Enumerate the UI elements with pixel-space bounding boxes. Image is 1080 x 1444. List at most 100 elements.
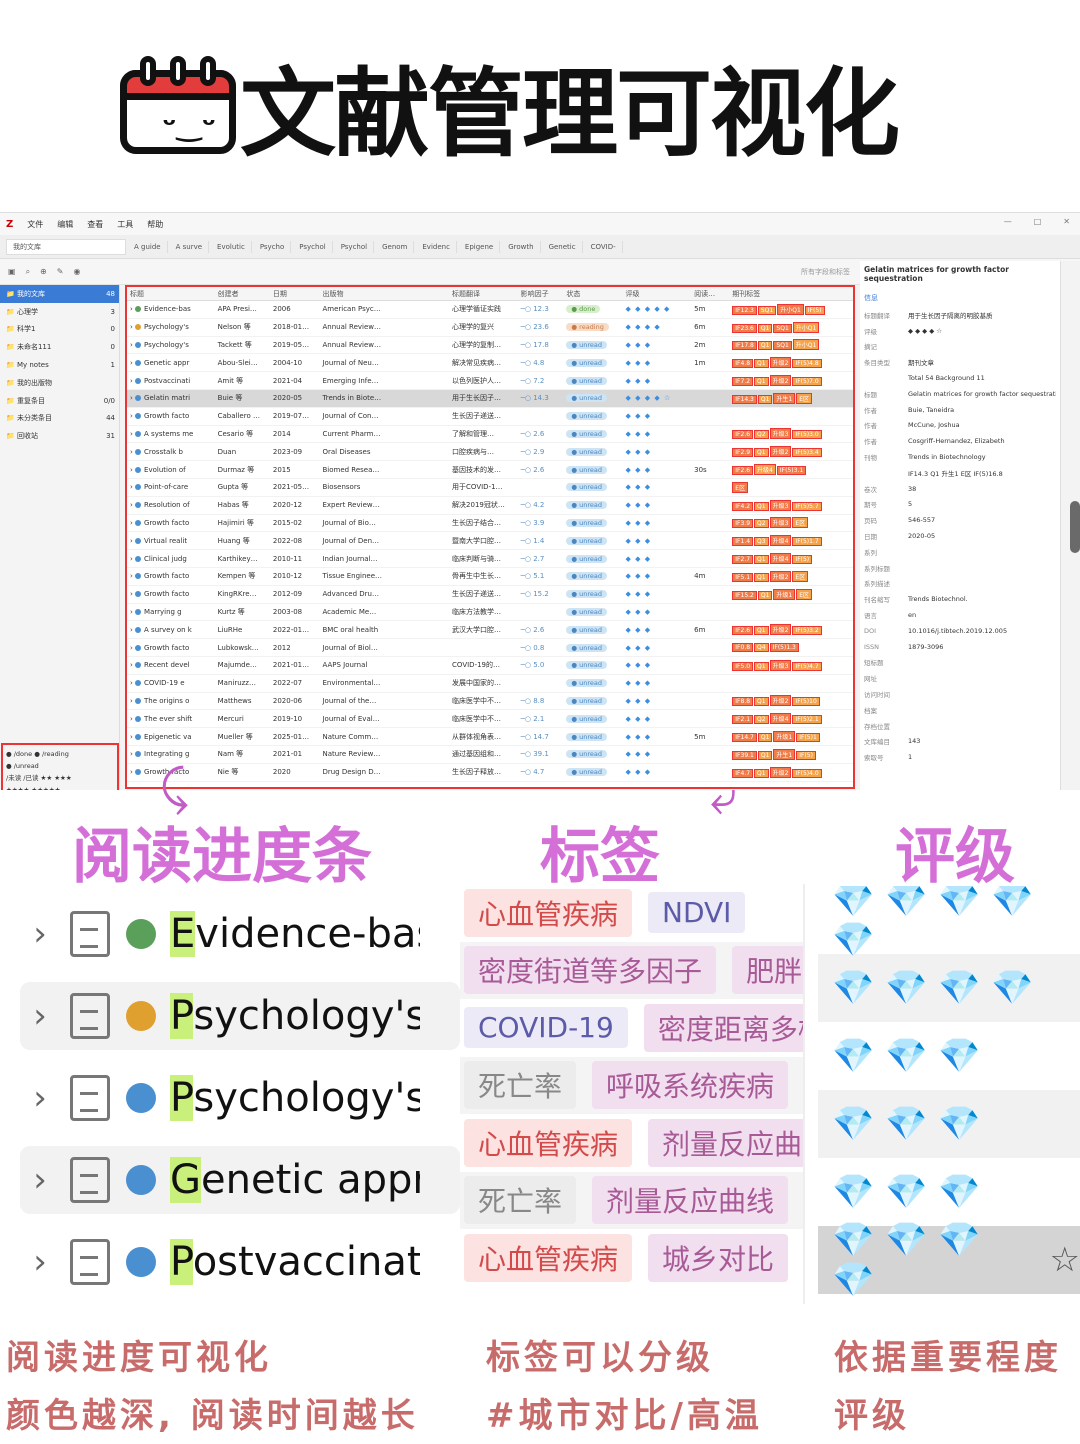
row-rating[interactable]: ◆ ◆ ◆ <box>623 466 692 474</box>
gem-icon[interactable]: 💎 💎 💎 💎 <box>832 968 1034 1008</box>
tag-chip[interactable]: 肥胖 <box>732 946 803 995</box>
row-rating[interactable]: ◆ ◆ ◆ <box>623 537 692 545</box>
rating-row[interactable]: 💎 💎 💎 💎 ☆ <box>818 1220 1080 1300</box>
column-header[interactable]: 标题 <box>127 289 215 299</box>
info-field-value[interactable]: 546-557 <box>908 516 1056 524</box>
row-rating[interactable]: ◆ ◆ ◆ <box>623 590 692 598</box>
tab-item[interactable]: Psychol <box>335 240 375 253</box>
column-header[interactable]: 创建者 <box>215 289 270 299</box>
scrollbar-handle[interactable] <box>1070 501 1080 553</box>
menu-help[interactable]: 帮助 <box>147 219 163 230</box>
row-rating[interactable]: ◆ ◆ ◆ <box>623 483 692 491</box>
row-rating[interactable]: ◆ ◆ ◆ <box>623 448 692 456</box>
tag-chip[interactable]: 心血管疾病 <box>464 888 633 937</box>
menu-edit[interactable]: 编辑 <box>57 219 73 230</box>
row-rating[interactable]: ◆ ◆ ◆ <box>623 555 692 563</box>
info-field-value[interactable]: Cosgriff-Hernandez, Elizabeth <box>908 437 1056 445</box>
info-field-value[interactable]: 期刊文章 <box>908 357 1056 367</box>
rating-row[interactable]: 💎 💎 💎 💎 💎 <box>818 886 1080 960</box>
table-row[interactable]: › Postvaccinati Amit 等 2021-04 Emerging Inf… <box>127 372 853 390</box>
info-field-value[interactable]: 38 <box>908 485 1056 493</box>
row-rating[interactable]: ◆ ◆ ◆ <box>623 661 692 669</box>
info-field-value[interactable]: Total 54 Background 11 <box>908 374 1056 382</box>
info-field-value[interactable]: en <box>908 611 1056 619</box>
sidebar-item[interactable]: 📁 My notes 1 <box>0 356 119 374</box>
row-rating[interactable]: ◆ ◆ ◆ <box>623 341 692 349</box>
table-row[interactable]: › Integrating g Nam 等 2021-01 Nature Review… <box>127 746 853 764</box>
locate-icon[interactable]: ◉ <box>73 267 80 276</box>
column-header[interactable]: 日期 <box>270 289 320 299</box>
tab-item[interactable]: Evolutic <box>211 240 252 253</box>
tab-item[interactable]: Epigene <box>459 240 501 253</box>
sidebar-item[interactable]: 📁 心理学 3 <box>0 303 119 321</box>
tag-chip[interactable]: 密度街道等多因子 <box>464 946 717 995</box>
info-field-value[interactable]: Trends in Biotechnology <box>908 453 1056 461</box>
info-field-value[interactable]: 1879-3096 <box>908 643 1056 651</box>
table-row[interactable]: › Evidence-bas APA Presi… 2006 American Psy… <box>127 301 853 319</box>
rating-row[interactable]: 💎 💎 💎 <box>818 1090 1080 1158</box>
tag-chip[interactable]: 心血管疾病 <box>464 1118 633 1167</box>
row-rating[interactable]: ◆ ◆ ◆ <box>623 519 692 527</box>
tab-item[interactable]: COVID- <box>585 240 623 253</box>
table-row[interactable]: › Point-of-care Gupta 等 2021-05… Biosensors… <box>127 479 853 497</box>
tab-item[interactable]: Genetic <box>543 240 583 253</box>
search-input[interactable]: 所有字段和标签 <box>801 267 850 277</box>
tag-chip[interactable]: 剂量反应曲线 <box>592 1176 789 1225</box>
chevron-icon[interactable]: › <box>20 914 60 954</box>
zoom-row[interactable]: › Psychology's <box>20 1064 460 1132</box>
table-row[interactable]: › The origins o Matthews 2020-06 Journal of… <box>127 693 853 711</box>
tag-chip[interactable]: 城乡对比 <box>648 1233 789 1282</box>
tag-chip[interactable]: COVID-19 <box>464 1007 628 1049</box>
chevron-icon[interactable]: › <box>20 1078 60 1118</box>
row-rating[interactable]: ◆ ◆ ◆ <box>623 644 692 652</box>
sidebar-item[interactable]: 📁 重复条目 0/0 <box>0 392 119 410</box>
zoom-row[interactable]: › Psychology's <box>20 982 460 1050</box>
column-header[interactable]: 影响因子 <box>518 289 564 299</box>
info-field-value[interactable]: Gelatin matrices for growth factor seque… <box>908 390 1056 398</box>
chevron-icon[interactable]: › <box>20 1160 60 1200</box>
column-header[interactable]: 阅读… <box>691 289 729 299</box>
maximize-button[interactable]: □ <box>1034 217 1042 226</box>
menu-file[interactable]: 文件 <box>27 219 43 230</box>
tag-legend-line[interactable]: ★★★★ ★★★★★ <box>6 784 114 790</box>
info-field-value[interactable]: 143 <box>908 737 1056 745</box>
table-row[interactable]: › Growth facto Caballero … 2019-07… Journal… <box>127 408 853 426</box>
row-rating[interactable]: ◆ ◆ ◆ ◆ ☆ <box>623 394 692 402</box>
table-row[interactable]: › Growth facto Lubkowsk… 2012 Journal of Bi… <box>127 639 853 657</box>
table-row[interactable]: › Psychology's Nelson 等 2018-01… Annual Rev… <box>127 319 853 337</box>
chevron-icon[interactable]: › <box>20 1242 60 1282</box>
row-rating[interactable]: ◆ ◆ ◆ <box>623 430 692 438</box>
info-section-header[interactable]: 信息 <box>864 293 1056 303</box>
rating-row[interactable]: 💎 💎 💎 <box>818 1022 1080 1090</box>
table-row[interactable]: › Genetic appr Abou-Slei… 2004-10 Journal o… <box>127 354 853 373</box>
row-rating[interactable]: ◆ ◆ ◆ <box>623 359 692 367</box>
table-row[interactable]: › Growth facto Hajimiri 等 2015-02 Journal o… <box>127 515 853 533</box>
sidebar-item[interactable]: 📁 我的文库 48 <box>0 285 119 303</box>
table-row[interactable]: › Marrying g Kurtz 等 2003-08 Academic Me… 临床… <box>127 604 853 622</box>
zoom-row[interactable]: › Postvaccinati <box>20 1228 460 1296</box>
row-rating[interactable]: ◆ ◆ ◆ <box>623 572 692 580</box>
info-field-value[interactable]: 1 <box>908 753 1056 761</box>
column-header[interactable]: 期刊标签 <box>729 289 853 299</box>
row-rating[interactable]: ◆ ◆ ◆ <box>623 412 692 420</box>
info-field-value[interactable]: Buie, Taneidra <box>908 406 1056 414</box>
table-row[interactable]: › Crosstalk b Duan 2023-09 Oral Diseases 口腔疾… <box>127 443 853 462</box>
table-row[interactable]: › Virtual realit Huang 等 2022-08 Journal of… <box>127 532 853 551</box>
table-row[interactable]: › Gelatin matri Buie 等 2020-05 Trends in Bi… <box>127 389 853 408</box>
row-rating[interactable]: ◆ ◆ ◆ <box>623 608 692 616</box>
table-row[interactable]: › A systems me Cesario 等 2014 Current Pharm… <box>127 426 853 444</box>
zoom-row[interactable]: › Genetic appro <box>20 1146 460 1214</box>
table-row[interactable]: › Epigenetic va Mueller 等 2025-01… Nature C… <box>127 728 853 746</box>
tag-chip[interactable]: 死亡率 <box>464 1061 577 1110</box>
table-row[interactable]: › Growth facto KingRKre… 2012-09 Advanced D… <box>127 586 853 604</box>
info-field-value[interactable]: McCune, Joshua <box>908 421 1056 429</box>
tab-item[interactable]: Growth <box>502 240 541 253</box>
info-field-value[interactable]: IF14.3 Q1 升生1 E区 IF(5)16.8 <box>908 468 1056 478</box>
column-header[interactable]: 评级 <box>623 289 692 299</box>
table-row[interactable]: › Evolution of Durmaz 等 2015 Biomed Resea… 基… <box>127 461 853 479</box>
add-attachment-icon[interactable]: ✎ <box>57 267 64 276</box>
zoom-row[interactable]: › Evidence-bas <box>20 900 460 968</box>
tag-chip[interactable]: 剂量反应曲线 <box>648 1118 803 1167</box>
tag-legend-line[interactable]: ● /unread <box>6 760 114 772</box>
table-row[interactable]: › COVID-19 e Maniruzz… 2022-07 Environmenta… <box>127 675 853 693</box>
